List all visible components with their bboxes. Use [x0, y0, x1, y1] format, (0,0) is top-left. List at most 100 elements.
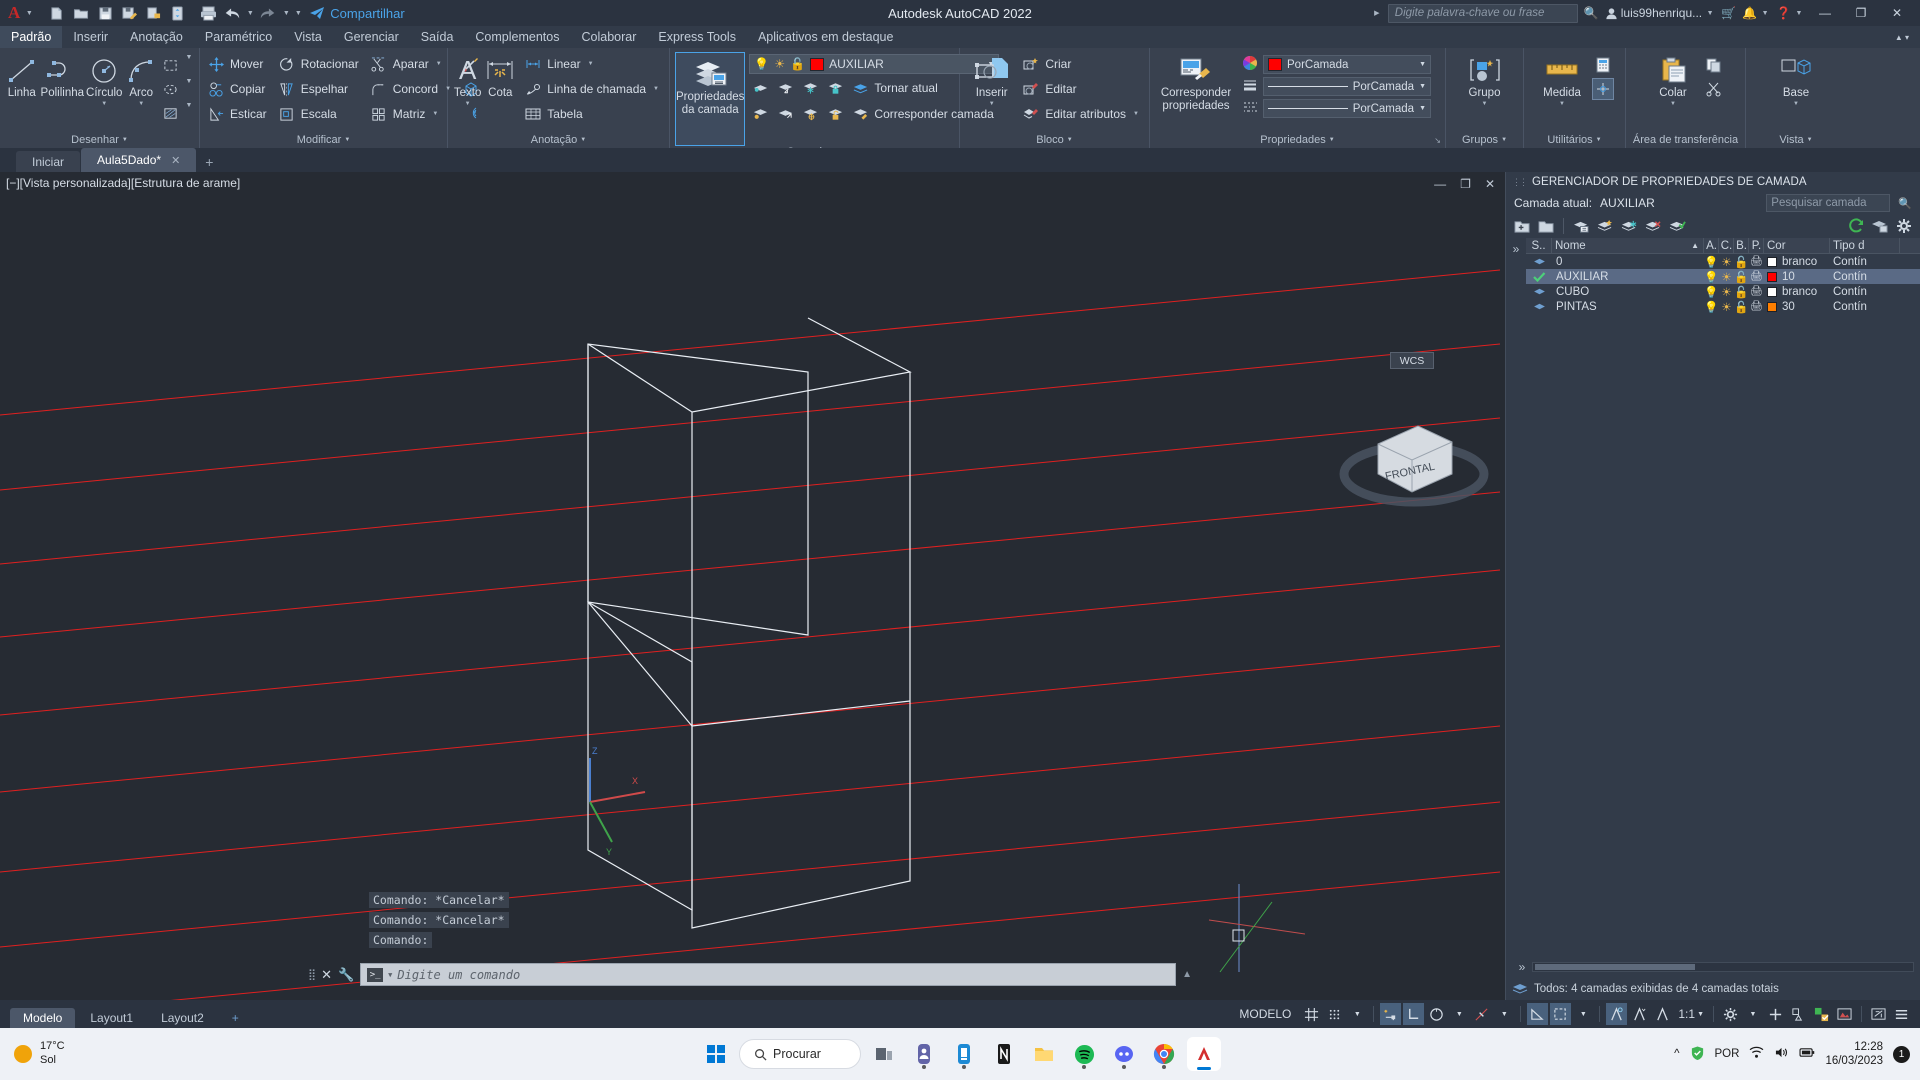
- hardware-acceleration-icon[interactable]: [1765, 1003, 1786, 1025]
- layer-manager-title-bar[interactable]: ⋮⋮ GERENCIADOR DE PROPRIEDADES DE CAMADA: [1506, 172, 1920, 192]
- user-chevron-icon[interactable]: ▼: [1705, 10, 1715, 17]
- polygon-icon[interactable]: [160, 78, 182, 100]
- layer-status-icon[interactable]: [1526, 287, 1552, 296]
- ribbon-tab-gerenciar[interactable]: Gerenciar: [333, 26, 410, 48]
- modificar-panel-chevron-icon[interactable]: ▼: [344, 137, 350, 143]
- layer-plot-toggle[interactable]: 🖨: [1749, 271, 1764, 282]
- column-header-color[interactable]: Cor: [1764, 238, 1830, 254]
- anotacao-panel-chevron-icon[interactable]: ▼: [580, 137, 586, 143]
- draw-polyline-button[interactable]: Polilinha: [41, 52, 84, 100]
- open-file-icon[interactable]: [70, 2, 92, 24]
- modify-scale-button[interactable]: Escala: [276, 102, 364, 126]
- help-icon[interactable]: ❓ ▼: [1776, 6, 1804, 20]
- layer-name[interactable]: CUBO: [1552, 286, 1704, 298]
- panel-title-bloco[interactable]: Bloco ▼: [960, 132, 1149, 148]
- discord-icon[interactable]: [1107, 1037, 1141, 1071]
- layout-tab-layout2[interactable]: Layout2: [148, 1008, 217, 1028]
- panel-title-vista[interactable]: Vista ▼: [1746, 132, 1846, 148]
- paste-dropdown-chevron-icon[interactable]: ▼: [1670, 101, 1676, 108]
- ribbon-tab-aplicativos-destaque[interactable]: Aplicativos em destaque: [747, 26, 905, 48]
- ortho-mode-toggle[interactable]: [1527, 1003, 1549, 1025]
- bell-chevron-icon[interactable]: ▼: [1760, 10, 1770, 17]
- group-dropdown-chevron-icon[interactable]: ▼: [1482, 101, 1488, 108]
- minimize-window-button[interactable]: —: [1810, 0, 1840, 26]
- layer-plot-toggle[interactable]: 🖨: [1749, 286, 1764, 297]
- save-as-icon[interactable]: [118, 2, 140, 24]
- sort-ascending-icon[interactable]: ▲: [1691, 241, 1699, 250]
- column-header-status[interactable]: S..: [1526, 238, 1552, 254]
- linetype-chevron-icon[interactable]: ▼: [1419, 105, 1426, 112]
- ribbon-tab-parametrico[interactable]: Paramétrico: [194, 26, 283, 48]
- layer-on-toggle[interactable]: 💡: [1704, 300, 1719, 314]
- search-magnifier-icon[interactable]: 🔍: [1584, 6, 1599, 20]
- column-header-name[interactable]: Nome ▲: [1552, 238, 1704, 254]
- annotation-text-button[interactable]: A Texto ▼: [453, 52, 482, 108]
- save-icon[interactable]: [94, 2, 116, 24]
- layer-thaw-all-icon[interactable]: [799, 103, 821, 125]
- layer-status-icon[interactable]: [1526, 257, 1552, 266]
- layer-linetype-cell[interactable]: Contín: [1830, 286, 1900, 298]
- panel-title-desenhar[interactable]: Desenhar ▼: [0, 132, 199, 148]
- bell-notification-icon[interactable]: 🔔 ▼: [1742, 6, 1770, 20]
- current-layer-check-icon[interactable]: [1526, 271, 1552, 282]
- edit-attributes-dropdown-chevron-icon[interactable]: ▼: [1133, 111, 1139, 117]
- layer-lock-toggle[interactable]: 🔓: [1734, 255, 1749, 269]
- current-layer-color-swatch[interactable]: [810, 57, 825, 71]
- propriedades-dialog-launcher-icon[interactable]: ↘: [1434, 136, 1441, 145]
- table-row[interactable]: AUXILIAR 💡 ☀ 🔓 🖨 10 Contín: [1526, 269, 1920, 284]
- propriedades-panel-chevron-icon[interactable]: ▼: [1329, 137, 1335, 143]
- ribbon-tab-express-tools[interactable]: Express Tools: [647, 26, 747, 48]
- layer-name[interactable]: PINTAS: [1552, 301, 1704, 313]
- layer-status-icon[interactable]: [1526, 302, 1552, 311]
- teams-icon[interactable]: [907, 1037, 941, 1071]
- column-header-plot[interactable]: P.: [1749, 238, 1764, 254]
- column-header-lock[interactable]: B.: [1734, 238, 1749, 254]
- make-layer-current-button[interactable]: Tornar atual: [849, 76, 942, 100]
- annotation-leader-button[interactable]: Linha de chamada ▼: [522, 77, 664, 101]
- panel-title-utilitarios[interactable]: Utilitários ▼: [1524, 132, 1625, 148]
- search-left-chevron-icon[interactable]: ▶: [1372, 9, 1382, 17]
- layer-name[interactable]: AUXILIAR: [1552, 271, 1704, 283]
- taskbar-search-button[interactable]: Procurar: [739, 1039, 861, 1069]
- base-view-button[interactable]: Base ▼: [1769, 52, 1823, 108]
- maximize-window-button[interactable]: ❐: [1846, 0, 1876, 26]
- modify-stretch-button[interactable]: Esticar: [205, 102, 272, 126]
- bloco-panel-chevron-icon[interactable]: ▼: [1067, 137, 1073, 143]
- layer-lock-toggle[interactable]: 🔓: [1734, 270, 1749, 284]
- new-layer-vp-frozen-icon[interactable]: [1536, 216, 1556, 236]
- panel-title-anotacao[interactable]: Anotação ▼: [448, 132, 669, 148]
- store-icon[interactable]: [947, 1037, 981, 1071]
- layer-color-cell[interactable]: 30: [1764, 301, 1830, 313]
- circle-dropdown-chevron-icon[interactable]: ▼: [101, 101, 107, 108]
- share-button[interactable]: Compartilhar: [309, 6, 405, 21]
- block-create-button[interactable]: Criar: [1020, 52, 1144, 76]
- layer-unlock-all-icon[interactable]: [824, 103, 846, 125]
- layer-lock-toggle[interactable]: 🔓: [1734, 300, 1749, 314]
- document-tab-close-icon[interactable]: ✕: [171, 154, 180, 167]
- set-current-icon[interactable]: [1595, 216, 1615, 236]
- modify-trim-button[interactable]: Aparar ▼: [368, 52, 456, 76]
- model-space-button[interactable]: MODELO: [1231, 1007, 1299, 1021]
- modify-mirror-button[interactable]: Espelhar: [276, 77, 364, 101]
- chrome-icon[interactable]: [1147, 1037, 1181, 1071]
- layer-search-magnifier-icon[interactable]: 🔍: [1898, 197, 1912, 210]
- utilitarios-panel-chevron-icon[interactable]: ▼: [1596, 137, 1602, 143]
- taskview-icon[interactable]: [867, 1037, 901, 1071]
- panel-title-grupos[interactable]: Grupos ▼: [1446, 132, 1523, 148]
- redo-icon[interactable]: [257, 2, 279, 24]
- layer-filter-tree-expander[interactable]: »: [1506, 238, 1526, 956]
- layer-color-cell[interactable]: branco: [1764, 256, 1830, 268]
- autocad-logo-icon[interactable]: A: [6, 3, 22, 23]
- linetype-combo[interactable]: PorCamada ▼: [1263, 99, 1431, 118]
- qat-customize-chevron-icon[interactable]: ▼: [293, 10, 303, 17]
- layer-on-bulb-icon[interactable]: 💡: [754, 57, 769, 71]
- table-row[interactable]: PINTAS 💡 ☀ 🔓 🖨 30 Contín: [1526, 299, 1920, 314]
- annotation-scale-value[interactable]: 1:1 ▼: [1675, 1003, 1707, 1025]
- polar-chevron-icon[interactable]: ▼: [1573, 1003, 1593, 1025]
- redo-chevron-icon[interactable]: ▼: [281, 10, 291, 17]
- cut-clip-icon[interactable]: [1703, 78, 1725, 100]
- layer-filter-tree-icon[interactable]: [1870, 216, 1890, 236]
- polygon-dropdown-chevron-icon[interactable]: ▼: [184, 78, 194, 100]
- wcs-badge[interactable]: WCS: [1390, 352, 1434, 369]
- lineweight-combo[interactable]: PorCamada ▼: [1263, 77, 1431, 96]
